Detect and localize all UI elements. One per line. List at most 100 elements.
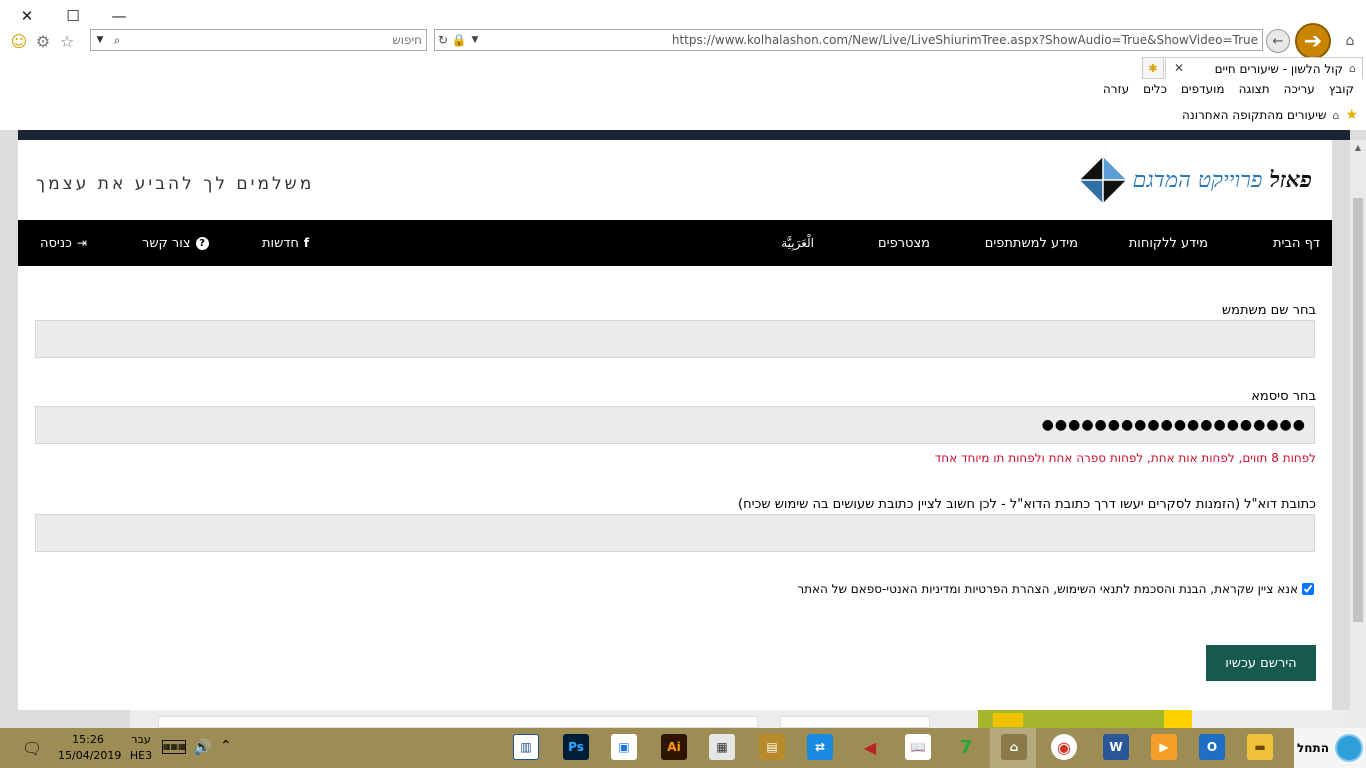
clock[interactable]: 15:26 15/04/2019	[58, 732, 122, 764]
new-tab-button[interactable]: ✱	[1142, 57, 1164, 79]
window-close-icon[interactable]: ✕	[16, 6, 38, 26]
terms-checkbox[interactable]	[1302, 583, 1314, 595]
tab-favicon-icon: ⌂	[1349, 62, 1356, 75]
refresh-icon[interactable]: ↻	[435, 33, 451, 47]
logo-diamond-icon	[1079, 157, 1126, 203]
background-panel	[158, 716, 758, 728]
photoshop-icon[interactable]: Ps	[563, 734, 589, 760]
library-app-icon[interactable]: ▤	[759, 734, 785, 760]
scrollbar-thumb[interactable]	[1353, 198, 1363, 622]
menu-edit[interactable]: עריכה	[1284, 82, 1315, 96]
windows-taskbar: התחל ▬ O ▶ W ◉ ⌂ 7 📖 ◀ ⇄ ▤ ▦ Ai ▣ Ps ▥ 🗨…	[0, 728, 1366, 768]
favorites-star-icon[interactable]: ☆	[57, 31, 77, 51]
chevron-up-icon[interactable]: ⌃	[220, 738, 232, 754]
sign-in-icon: ⇥	[76, 236, 87, 250]
nav-contact[interactable]: ? צור קשר	[142, 220, 209, 266]
register-button[interactable]: הירשם עכשיו	[1206, 645, 1316, 681]
favorites-bar: ★ ⌂ שיעורים מהתקופה האחרונה	[1182, 107, 1358, 123]
site-logo[interactable]: פאזל פרוייקט המדגם	[1079, 156, 1312, 204]
nav-home[interactable]: דף הבית	[1273, 220, 1320, 266]
start-button[interactable]: התחל	[1294, 728, 1366, 768]
language-indicator[interactable]: עבר HE3	[126, 732, 156, 764]
clock-date: 15/04/2019	[58, 749, 122, 762]
lock-icon: 🔒	[451, 33, 467, 47]
calculator-icon[interactable]: ▦	[709, 734, 735, 760]
language-bottom: HE3	[129, 749, 153, 762]
username-input[interactable]	[35, 320, 1315, 358]
background-page-content	[130, 710, 1350, 728]
search-input[interactable]	[125, 31, 426, 49]
logo-text: פאזל פרוייקט המדגם	[1133, 167, 1312, 193]
tab-active[interactable]: ✕ קול הלשון - שיעורים חיים ⌂	[1165, 57, 1363, 79]
language-top: עבר	[131, 733, 151, 746]
filezilla-icon[interactable]: ◀	[857, 734, 883, 760]
nav-clients-info[interactable]: מידע ללקוחות	[1129, 220, 1208, 266]
registration-page: פאזל פרוייקט המדגם משלמים לך להביע את עצ…	[18, 140, 1332, 710]
search-box[interactable]: ▼ ⌕	[90, 29, 427, 51]
menu-favorites[interactable]: מועדפים	[1181, 82, 1225, 96]
7zip-icon[interactable]: 7	[953, 734, 979, 760]
ie-browser-icon[interactable]: ⌂	[1001, 734, 1027, 760]
nav-arabic-label: الْعَرَبِيَّة	[781, 236, 814, 250]
back-button[interactable]: ←	[1266, 29, 1290, 53]
scroll-up-icon[interactable]: ▲	[1350, 140, 1366, 154]
nav-home-label: דף הבית	[1272, 235, 1320, 251]
forward-button[interactable]: ➔	[1295, 23, 1331, 59]
reader-app-icon[interactable]: ▥	[513, 734, 539, 760]
page-scrollbar[interactable]: ▲	[1350, 140, 1366, 728]
menu-bar: קובץ עריכה תצוגה מועדפים כלים עזרה	[1103, 82, 1354, 96]
menu-tools[interactable]: כלים	[1143, 82, 1167, 96]
window-maximize-icon[interactable]: ☐	[62, 6, 84, 26]
nav-join[interactable]: מצטרפים	[878, 220, 930, 266]
menu-file[interactable]: קובץ	[1329, 82, 1354, 96]
menu-help[interactable]: עזרה	[1103, 82, 1129, 96]
media-player-icon[interactable]: ▶	[1151, 734, 1177, 760]
search-dropdown-icon[interactable]: ▼	[91, 35, 109, 45]
nav-participants-info[interactable]: מידע למשתתפים	[985, 220, 1078, 266]
window-minimize-icon[interactable]: —	[108, 6, 130, 26]
word-icon[interactable]: W	[1103, 734, 1129, 760]
search-icon[interactable]: ⌕	[109, 33, 125, 48]
tab-title: קול הלשון - שיעורים חיים	[1214, 61, 1344, 76]
favorite-item-link[interactable]: שיעורים מהתקופה האחרונה	[1182, 108, 1326, 122]
background-panel	[780, 716, 930, 728]
username-label: בחר שם משתמש	[1221, 303, 1316, 318]
page-top-strip	[18, 130, 1350, 140]
site-favicon-icon: ⌂	[1345, 33, 1355, 49]
new-tab-icon: ✱	[1148, 61, 1158, 75]
windows-start-icon	[1334, 734, 1363, 762]
nav-news[interactable]: f חדשות	[262, 220, 309, 266]
password-label: בחר סיסמא	[1251, 389, 1316, 404]
file-explorer-icon[interactable]: ▬	[1247, 734, 1273, 760]
nav-join-label: מצטרפים	[878, 235, 930, 251]
start-label: התחל	[1297, 741, 1329, 755]
nav-arabic[interactable]: الْعَرَبِيَّة	[781, 220, 814, 266]
arrow-right-icon: ➔	[1303, 28, 1323, 54]
volume-icon[interactable]: 🔊	[193, 738, 212, 756]
password-input[interactable]	[35, 406, 1315, 444]
nav-login[interactable]: ⇥ כניסה	[40, 220, 87, 266]
teamviewer-icon[interactable]: ⇄	[807, 734, 833, 760]
gear-icon[interactable]: ⚙	[33, 31, 53, 51]
photos-icon[interactable]: ▣	[611, 734, 637, 760]
chrome-icon[interactable]: ◉	[1051, 734, 1077, 760]
nav-news-label: חדשות	[262, 235, 299, 251]
illustrator-icon[interactable]: Ai	[661, 734, 687, 760]
outlook-icon[interactable]: O	[1199, 734, 1225, 760]
add-favorite-star-icon[interactable]: ★	[1345, 107, 1358, 123]
address-dropdown-icon[interactable]: ▼	[467, 35, 483, 45]
nav-clients-label: מידע ללקוחות	[1128, 235, 1208, 251]
email-input[interactable]	[35, 514, 1315, 552]
dictionary-app-icon[interactable]: 📖	[905, 734, 931, 760]
notifications-icon[interactable]: 🗨	[22, 739, 42, 758]
system-tray: 🗨 15:26 15/04/2019 עבר HE3 ▦▦▦ 🔊 ⌃	[0, 728, 260, 768]
tab-close-icon[interactable]: ✕	[1174, 61, 1184, 75]
email-label: כתובת דוא"ל (הזמנות לסקרים יעשו דרך כתוב…	[738, 497, 1316, 512]
address-input[interactable]	[483, 32, 1262, 48]
feedback-smiley-icon[interactable]: ☺	[9, 31, 29, 51]
main-navbar: דף הבית מידע ללקוחות מידע למשתתפים מצטרפ…	[18, 220, 1332, 266]
question-circle-icon: ?	[195, 236, 209, 250]
address-bar[interactable]: ↻ 🔒 ▼	[434, 29, 1263, 51]
keyboard-icon[interactable]: ▦▦▦	[162, 740, 186, 754]
menu-view[interactable]: תצוגה	[1239, 82, 1270, 96]
